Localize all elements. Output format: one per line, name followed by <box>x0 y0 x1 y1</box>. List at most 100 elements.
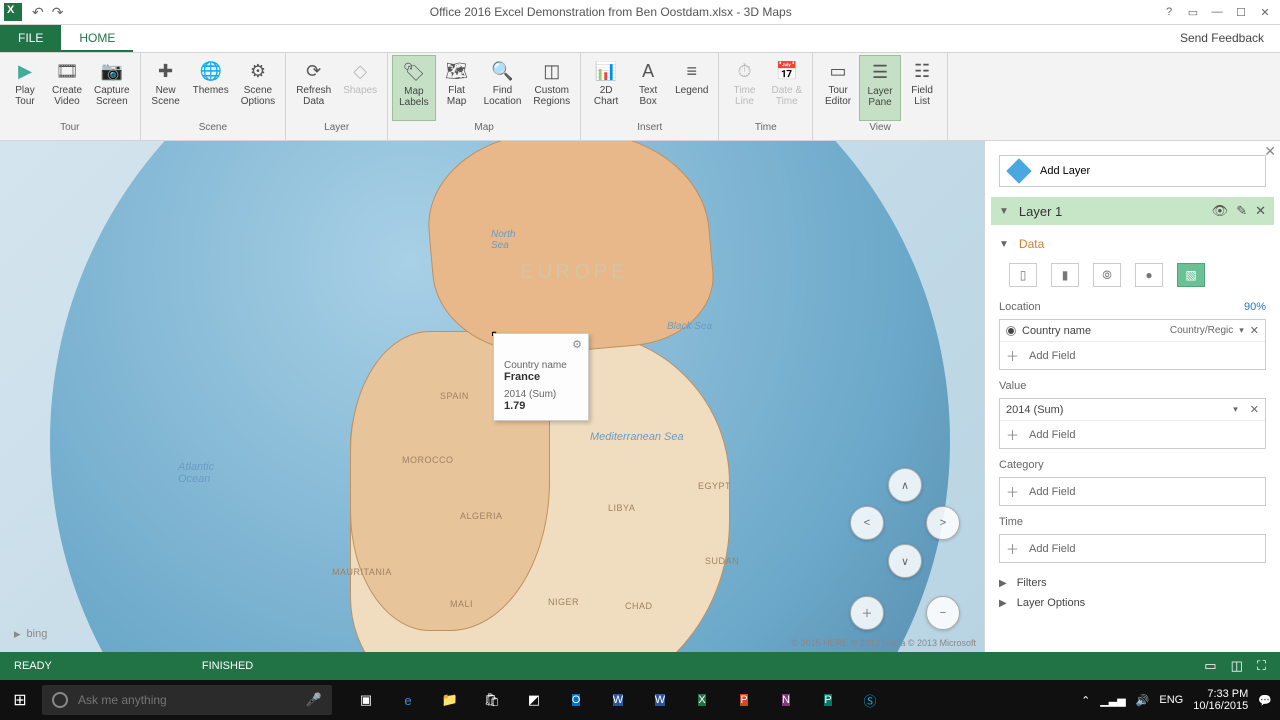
data-section-header[interactable]: ▼ Data <box>999 233 1266 255</box>
add-time-field[interactable]: ＋Add Field <box>1000 535 1265 562</box>
bing-attribution: ▸bing <box>14 626 47 642</box>
clock[interactable]: 7:33 PM 10/16/2015 <box>1193 688 1248 712</box>
dropdown-icon[interactable]: ▾ <box>1233 404 1238 415</box>
location-field-row[interactable]: Country name Country/Regic ▾ ✕ <box>1000 320 1265 342</box>
viz-heatmap[interactable]: ● <box>1135 263 1163 287</box>
sea-label: NorthSea <box>491 229 515 251</box>
tab-file[interactable]: FILE <box>0 25 61 52</box>
language-indicator[interactable]: ENG <box>1159 694 1183 706</box>
remove-field-icon[interactable]: ✕ <box>1250 403 1259 416</box>
viz-stacked-column[interactable]: ▯ <box>1009 263 1037 287</box>
skype-icon[interactable]: Ⓢ <box>850 680 890 720</box>
group-view: View <box>817 121 943 134</box>
task-view-icon[interactable]: ▣ <box>346 680 386 720</box>
window-title: Office 2016 Excel Demonstration from Ben… <box>63 5 1158 19</box>
file-explorer-icon[interactable]: 📁 <box>430 680 470 720</box>
nav-right-button[interactable]: > <box>926 506 960 540</box>
value-label: Value <box>999 380 1026 392</box>
themes-button[interactable]: 🌐Themes <box>187 55 235 121</box>
help-icon[interactable]: ? <box>1158 3 1180 21</box>
radio-icon[interactable] <box>1006 326 1016 336</box>
onenote-icon[interactable]: N <box>766 680 806 720</box>
word2-icon[interactable]: W <box>640 680 680 720</box>
add-category-field[interactable]: ＋Add Field <box>1000 478 1265 505</box>
filters-section-header[interactable]: ▶ Filters <box>999 573 1266 593</box>
nav-left-button[interactable]: < <box>850 506 884 540</box>
edit-icon[interactable]: ✎ <box>1236 203 1247 219</box>
powerpoint-icon[interactable]: P <box>724 680 764 720</box>
value-field-row[interactable]: 2014 (Sum) ▾ ✕ <box>1000 399 1265 421</box>
send-feedback-link[interactable]: Send Feedback <box>1174 25 1270 52</box>
capture-screen-button[interactable]: 📷CaptureScreen <box>88 55 136 121</box>
2d-chart-button[interactable]: 📊2DChart <box>585 55 627 121</box>
view-page-icon[interactable]: ◫ <box>1231 658 1243 674</box>
app1-icon[interactable]: ◩ <box>514 680 554 720</box>
tray-chevron-icon[interactable]: ⌃ <box>1081 694 1090 707</box>
edge-icon[interactable]: e <box>388 680 428 720</box>
redo-icon[interactable]: ↷ <box>52 4 64 21</box>
network-icon[interactable]: ▁▃▅ <box>1100 694 1125 707</box>
excel-icon[interactable]: X <box>682 680 722 720</box>
new-scene-button[interactable]: ✚NewScene <box>145 55 187 121</box>
view-normal-icon[interactable]: ▭ <box>1204 658 1216 674</box>
zoom-in-button[interactable]: ＋ <box>850 596 884 630</box>
tab-home[interactable]: HOME <box>61 25 133 52</box>
microphone-icon[interactable]: 🎤 <box>306 692 322 708</box>
notifications-icon[interactable]: 💬 <box>1258 694 1272 707</box>
refresh-data-button[interactable]: ⟳RefreshData <box>290 55 337 121</box>
map-labels-button[interactable]: 🏷MapLabels <box>392 55 435 121</box>
create-video-button[interactable]: 🎞CreateVideo <box>46 55 88 121</box>
maximize-icon[interactable]: ☐ <box>1230 3 1252 21</box>
country-label: MALI <box>450 599 473 609</box>
viz-clustered-column[interactable]: ▮ <box>1051 263 1079 287</box>
country-label: LIBYA <box>608 503 635 513</box>
add-location-field[interactable]: ＋Add Field <box>1000 342 1265 369</box>
window-up-icon[interactable]: ▭ <box>1182 3 1204 21</box>
minimize-icon[interactable]: — <box>1206 3 1228 21</box>
publisher-icon[interactable]: P <box>808 680 848 720</box>
delete-icon[interactable]: ✕ <box>1255 203 1266 219</box>
pane-close-icon[interactable]: ✕ <box>1264 143 1276 160</box>
map-canvas[interactable]: AtlanticOcean NorthSea Black Sea Mediter… <box>0 141 984 652</box>
tour-editor-button[interactable]: ▭TourEditor <box>817 55 859 121</box>
dropdown-icon[interactable]: ▾ <box>1239 325 1244 336</box>
chevron-down-icon: ▼ <box>999 239 1009 250</box>
tooltip-gear-icon[interactable]: ⚙ <box>572 338 582 351</box>
layer-pane-button[interactable]: ☰LayerPane <box>859 55 901 121</box>
custom-regions-button[interactable]: ◫CustomRegions <box>527 55 576 121</box>
outlook-icon[interactable]: O <box>556 680 596 720</box>
volume-icon[interactable]: 🔊 <box>1136 694 1150 707</box>
start-button[interactable]: ⊞ <box>0 680 40 720</box>
cortana-icon <box>52 692 68 708</box>
field-list-button[interactable]: ☷FieldList <box>901 55 943 121</box>
word-icon[interactable]: W <box>598 680 638 720</box>
viz-bubble[interactable]: ⦾ <box>1093 263 1121 287</box>
play-tour-button[interactable]: ▶PlayTour <box>4 55 46 121</box>
store-icon[interactable]: 🛍 <box>472 680 512 720</box>
chevron-down-icon[interactable]: ▼ <box>999 206 1009 217</box>
viz-region[interactable]: ▧ <box>1177 263 1205 287</box>
confidence-pct[interactable]: 90% <box>1244 301 1266 313</box>
add-value-field[interactable]: ＋Add Field <box>1000 421 1265 448</box>
text-box-button[interactable]: ATextBox <box>627 55 669 121</box>
nav-up-button[interactable]: ∧ <box>888 468 922 502</box>
zoom-out-button[interactable]: − <box>926 596 960 630</box>
legend-button[interactable]: ≡Legend <box>669 55 714 121</box>
cortana-search[interactable]: 🎤 <box>42 685 332 715</box>
search-input[interactable] <box>78 693 296 707</box>
remove-field-icon[interactable]: ✕ <box>1250 324 1259 337</box>
shapes-button[interactable]: ◇Shapes <box>337 55 383 121</box>
layer-options-section-header[interactable]: ▶ Layer Options <box>999 593 1266 613</box>
undo-icon[interactable]: ↶ <box>32 4 44 21</box>
scene-options-button[interactable]: ⚙SceneOptions <box>235 55 281 121</box>
visibility-icon[interactable]: 👁 <box>1212 203 1229 219</box>
add-layer-button[interactable]: Add Layer <box>999 155 1266 187</box>
find-location-button[interactable]: 🔍FindLocation <box>478 55 528 121</box>
flat-map-button[interactable]: 🗺FlatMap <box>436 55 478 121</box>
close-icon[interactable]: ✕ <box>1254 3 1276 21</box>
chevron-right-icon: ▶ <box>999 598 1007 609</box>
view-max-icon[interactable]: ⛶ <box>1257 658 1266 674</box>
layer-header[interactable]: ▼ Layer 1 👁 ✎ ✕ <box>991 197 1274 225</box>
nav-down-button[interactable]: ∨ <box>888 544 922 578</box>
sea-label: Mediterranean Sea <box>590 431 684 443</box>
